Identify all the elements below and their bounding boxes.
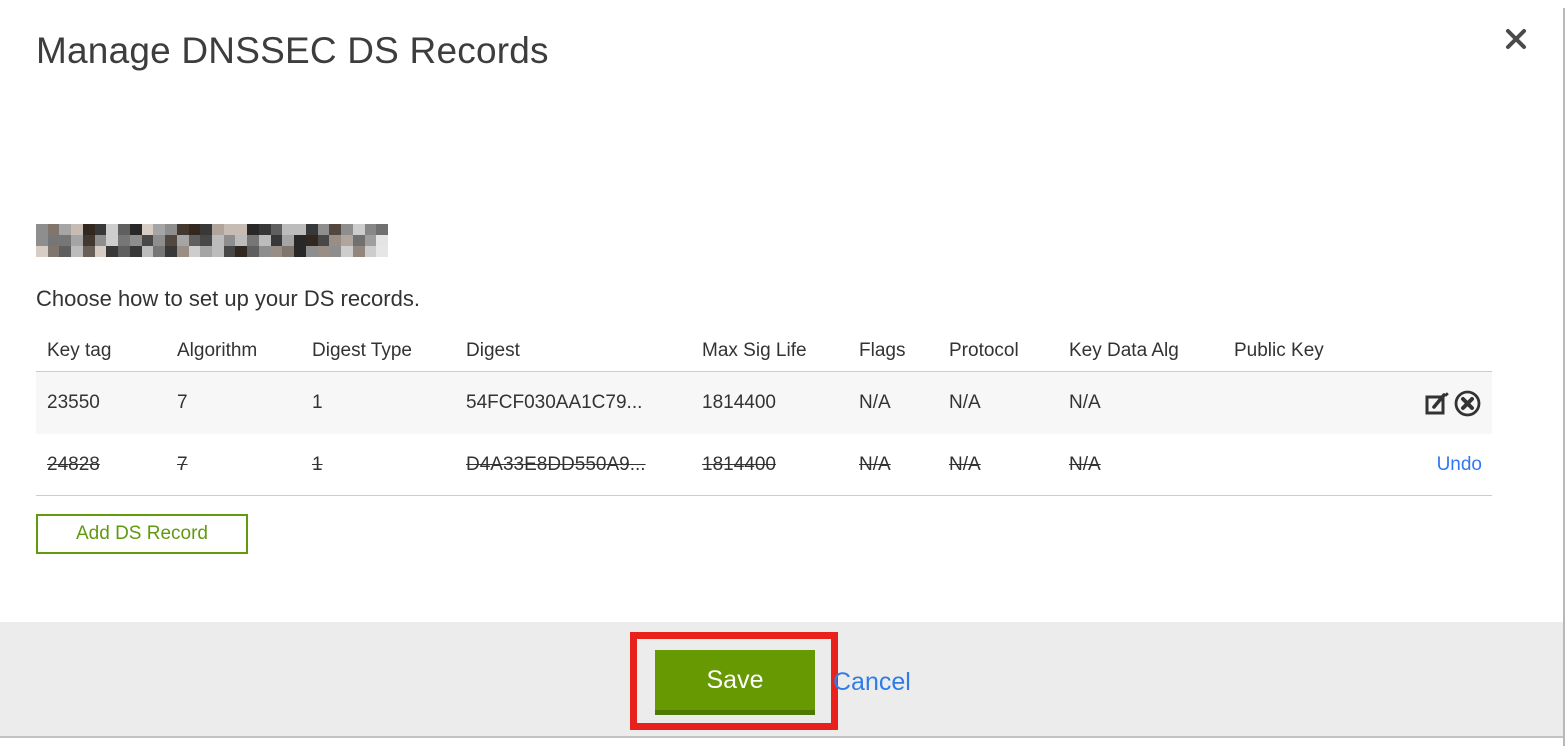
save-button[interactable]: Save	[655, 650, 815, 715]
cell-protocol: N/A	[949, 392, 981, 413]
table-row-deleted: 24828 7 1 D4A33E8DD550A9... 1814400 N/A …	[36, 434, 1492, 496]
edit-icon	[1424, 391, 1451, 420]
cell-algorithm: 7	[177, 392, 188, 413]
column-header-protocol: Protocol	[949, 339, 1019, 361]
column-header-flags: Flags	[859, 339, 906, 361]
column-header-digest: Digest	[466, 339, 520, 361]
cell-flags: N/A	[859, 453, 891, 475]
cancel-link[interactable]: Cancel	[833, 668, 911, 697]
cell-algorithm: 7	[177, 453, 188, 475]
ds-records-table: Key tag Algorithm Digest Type Digest Max…	[36, 330, 1492, 496]
column-header-algorithm: Algorithm	[177, 339, 258, 361]
instruction-text: Choose how to set up your DS records.	[36, 286, 420, 311]
cell-max-sig-life: 1814400	[702, 392, 776, 413]
column-header-public-key: Public Key	[1234, 339, 1324, 361]
cell-digest-type: 1	[312, 453, 323, 475]
row-actions: Undo	[1437, 434, 1482, 495]
close-icon	[1503, 26, 1533, 52]
add-ds-record-button[interactable]: Add DS Record	[36, 514, 248, 554]
cell-max-sig-life: 1814400	[702, 453, 776, 475]
cell-key-data-alg: N/A	[1069, 453, 1101, 475]
edit-record-button[interactable]	[1424, 390, 1451, 417]
column-header-max-sig-life: Max Sig Life	[702, 339, 807, 361]
column-header-key-tag: Key tag	[47, 339, 112, 361]
delete-record-button[interactable]	[1453, 389, 1482, 418]
cell-flags: N/A	[859, 392, 891, 413]
redacted-domain	[36, 224, 388, 257]
cell-digest: 54FCF030AA1C79...	[466, 392, 643, 413]
cell-digest-type: 1	[312, 392, 323, 413]
page-title: Manage DNSSEC DS Records	[36, 30, 549, 71]
cell-key-tag: 24828	[47, 453, 100, 475]
table-header-row: Key tag Algorithm Digest Type Digest Max…	[36, 330, 1492, 372]
cell-key-data-alg: N/A	[1069, 392, 1101, 413]
column-header-digest-type: Digest Type	[312, 339, 412, 361]
cell-protocol: N/A	[949, 453, 981, 475]
undo-link[interactable]: Undo	[1437, 454, 1482, 476]
modal-right-border	[1563, 8, 1565, 746]
circle-x-icon	[1453, 390, 1482, 421]
row-actions	[1424, 372, 1482, 434]
cell-digest: D4A33E8DD550A9...	[466, 453, 646, 475]
table-row: 23550 7 1 54FCF030AA1C79... 1814400 N/A …	[36, 372, 1492, 434]
close-button[interactable]	[1503, 24, 1533, 54]
manage-dnssec-modal: { "modal": { "title": "Manage DNSSEC DS …	[0, 0, 1568, 746]
cell-key-tag: 23550	[47, 392, 100, 413]
column-header-key-data-alg: Key Data Alg	[1069, 339, 1179, 361]
